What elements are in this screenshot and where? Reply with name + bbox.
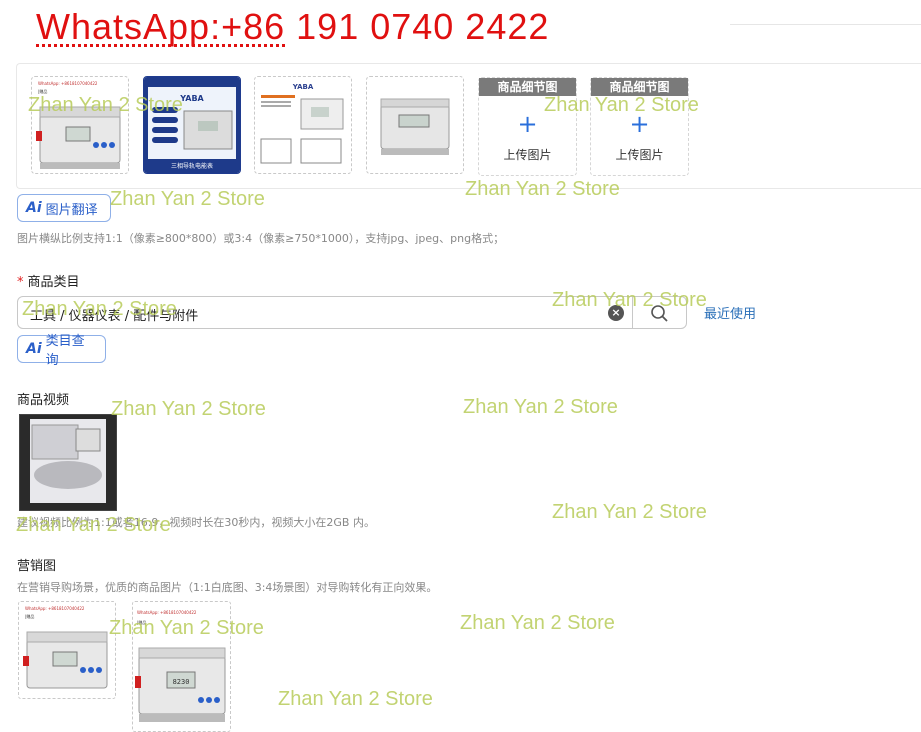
ai-image-translate-label: 图片翻译 bbox=[45, 202, 98, 218]
watermark: Zhan Yan 2 Store bbox=[552, 501, 707, 523]
image-hint: 图片横纵比例支持1:1（像素≥800*800）或3:4（像素≥750*1000）… bbox=[17, 232, 505, 245]
product-image-3[interactable]: YABA bbox=[254, 76, 352, 174]
slot-label: 商品细节图 bbox=[479, 78, 576, 96]
tag-small-text: |赠品 bbox=[137, 619, 146, 625]
category-value: 工具 / 仪器仪表 / 配件与附件 bbox=[30, 309, 199, 324]
product-video-thumbnail[interactable] bbox=[19, 414, 117, 511]
divider bbox=[730, 24, 921, 25]
lcd-text: 8230 bbox=[173, 678, 190, 686]
category-select[interactable]: 工具 / 仪器仪表 / 配件与附件 × bbox=[17, 296, 633, 329]
marketing-image-2[interactable]: WhatsApp: +8618107040422 |赠品 8230 bbox=[132, 601, 231, 732]
upload-text: 上传图片 bbox=[615, 148, 664, 162]
whatsapp-small-text: WhatsApp: +8618107040422 bbox=[137, 610, 197, 615]
spellcheck-underline bbox=[36, 44, 286, 47]
video-label: 商品视频 bbox=[17, 393, 70, 408]
watermark: Zhan Yan 2 Store bbox=[278, 688, 433, 710]
ai-icon: Ai bbox=[26, 341, 42, 357]
ai-category-query-label: 类目查询 bbox=[45, 334, 85, 368]
ai-icon: Ai bbox=[26, 200, 42, 216]
category-search-button[interactable] bbox=[632, 296, 687, 329]
whatsapp-small-text: WhatsApp: +8618107040422 bbox=[25, 606, 85, 611]
category-label: * 商品类目 bbox=[17, 271, 80, 290]
plus-icon: + bbox=[629, 110, 650, 138]
slot-label: 商品细节图 bbox=[591, 78, 688, 96]
upload-text: 上传图片 bbox=[503, 148, 552, 162]
video-hint: 建议视频比例为1:1或者16:9，视频时长在30秒内，视频大小在2GB 内。 bbox=[17, 516, 375, 529]
whatsapp-banner: WhatsApp:+86 191 0740 2422 bbox=[36, 6, 550, 47]
product-image-1[interactable]: WhatsApp: +8618107040422 |赠品 bbox=[31, 76, 129, 174]
brand-logo-text: YABA bbox=[179, 94, 204, 103]
plus-icon: + bbox=[517, 110, 538, 138]
watermark: Zhan Yan 2 Store bbox=[111, 398, 266, 420]
upload-detail-image-slot-2[interactable]: 商品细节图 + 上传图片 bbox=[590, 77, 689, 176]
tag-small-text: |赠品 bbox=[38, 88, 47, 94]
upload-detail-image-slot-1[interactable]: 商品细节图 + 上传图片 bbox=[478, 77, 577, 176]
ai-image-translate-button[interactable]: Ai 图片翻译 bbox=[17, 194, 111, 222]
whatsapp-small-text: WhatsApp: +8618107040422 bbox=[38, 81, 98, 86]
recent-used-link[interactable]: 最近使用 bbox=[704, 303, 756, 322]
brand-logo-text: YABA bbox=[292, 83, 314, 91]
product-image-2[interactable]: YABA 三相导轨电能表 bbox=[143, 76, 241, 174]
tag-small-text: |赠品 bbox=[25, 613, 34, 619]
clear-icon[interactable]: × bbox=[608, 305, 624, 321]
marketing-image-1[interactable]: WhatsApp: +8618107040422 |赠品 bbox=[18, 601, 116, 699]
product-image-4[interactable] bbox=[366, 76, 464, 174]
watermark: Zhan Yan 2 Store bbox=[110, 188, 265, 210]
ai-category-query-button[interactable]: Ai 类目查询 bbox=[17, 334, 106, 368]
watermark: Zhan Yan 2 Store bbox=[460, 612, 615, 634]
required-mark: * bbox=[17, 275, 24, 290]
marketing-hint: 在营销导购场景，优质的商品图片（1:1白底图、3:4场景图）对导购转化有正向效果… bbox=[17, 581, 438, 594]
marketing-label: 营销图 bbox=[17, 559, 57, 574]
category-label-text: 商品类目 bbox=[27, 275, 80, 290]
search-icon bbox=[651, 305, 668, 322]
product-name-text: 三相导轨电能表 bbox=[171, 162, 213, 170]
watermark: Zhan Yan 2 Store bbox=[463, 396, 618, 418]
